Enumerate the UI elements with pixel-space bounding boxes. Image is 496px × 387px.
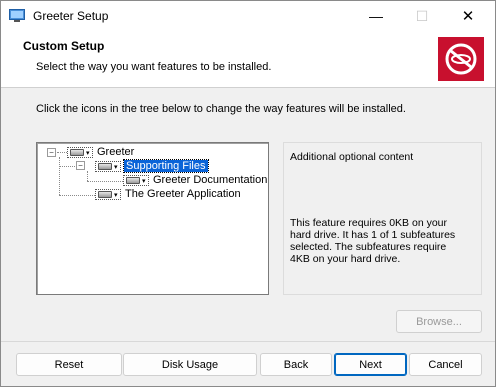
page-title: Custom Setup [23, 39, 105, 53]
setup-window: Greeter Setup — ☐ ✕ Custom Setup Select … [0, 0, 496, 387]
feature-state-dropdown[interactable]: ▾ [123, 175, 149, 186]
feature-state-dropdown[interactable]: ▾ [95, 189, 121, 200]
drive-icon [70, 149, 84, 156]
tree-item-greeter-application[interactable]: The Greeter Application [125, 188, 241, 200]
tree-connector [57, 152, 67, 153]
maximize-button[interactable]: ☐ [399, 1, 445, 31]
close-icon: ✕ [461, 8, 475, 25]
minus-icon: − [78, 161, 83, 170]
drive-icon [98, 191, 112, 198]
title-bar: Greeter Setup — ☐ ✕ [1, 1, 495, 31]
feature-info-panel: Additional optional content This feature… [283, 142, 482, 295]
dropdown-caret-icon: ▾ [114, 163, 118, 171]
dropdown-caret-icon: ▾ [86, 149, 90, 157]
browse-button[interactable]: Browse... [396, 310, 482, 333]
dropdown-caret-icon: ▾ [114, 191, 118, 199]
footer-divider [1, 341, 495, 342]
feature-tree[interactable]: − ▾ Greeter − ▾ Supporting Files ▾ Greet… [36, 142, 269, 295]
tree-connector [87, 171, 88, 181]
installer-icon [9, 9, 25, 22]
feature-description: Additional optional content [290, 151, 414, 163]
window-title: Greeter Setup [33, 9, 109, 23]
drive-icon [126, 177, 140, 184]
close-button[interactable]: ✕ [445, 1, 491, 31]
back-button[interactable]: Back [260, 353, 332, 376]
collapse-toggle[interactable]: − [76, 161, 85, 170]
disk-usage-button[interactable]: Disk Usage [123, 353, 257, 376]
tree-connector [59, 195, 95, 196]
maximize-icon: ☐ [415, 7, 429, 24]
instructions-text: Click the icons in the tree below to cha… [36, 103, 406, 115]
tree-item-greeter-documentation[interactable]: Greeter Documentation [153, 174, 267, 186]
no-symbol-logo [438, 37, 484, 81]
page-subtitle: Select the way you want features to be i… [36, 61, 272, 73]
tree-item-supporting-files[interactable]: Supporting Files [123, 159, 209, 173]
reset-button[interactable]: Reset [16, 353, 122, 376]
collapse-toggle[interactable]: − [47, 148, 56, 157]
minus-icon: − [49, 148, 54, 157]
dropdown-caret-icon: ▾ [142, 177, 146, 185]
no-symbol-icon [445, 43, 477, 75]
feature-state-dropdown[interactable]: ▾ [67, 147, 93, 158]
header-banner: Custom Setup Select the way you want fea… [1, 31, 495, 88]
cancel-button[interactable]: Cancel [409, 353, 482, 376]
tree-connector [59, 157, 60, 195]
minimize-icon: — [369, 8, 383, 24]
drive-icon [98, 163, 112, 170]
feature-state-dropdown[interactable]: ▾ [95, 161, 121, 172]
tree-connector [87, 181, 123, 182]
tree-item-greeter[interactable]: Greeter [97, 146, 134, 158]
feature-size-info: This feature requires 0KB on your hard d… [290, 217, 456, 265]
minimize-button[interactable]: — [353, 1, 399, 31]
next-button[interactable]: Next [334, 353, 407, 376]
